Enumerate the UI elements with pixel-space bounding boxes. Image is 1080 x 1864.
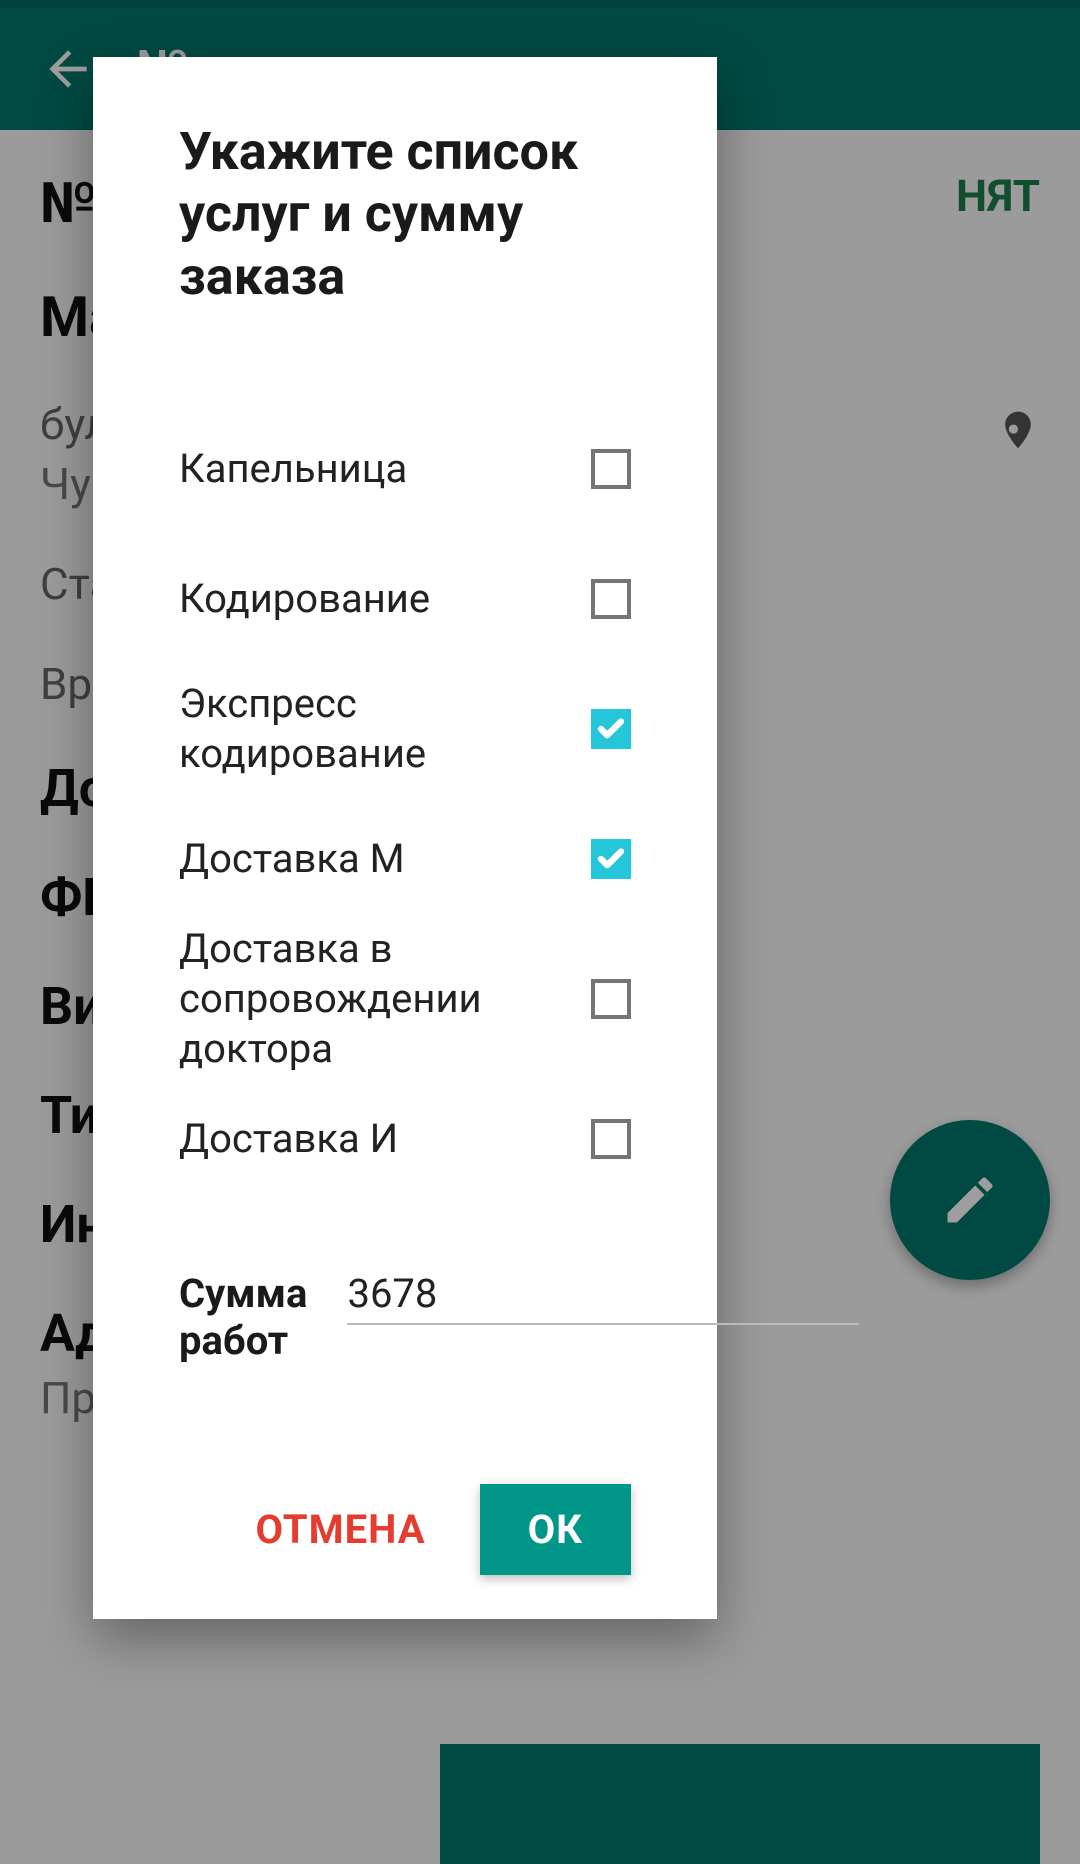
- services-modal: Укажите список услуг и сумму заказа Капе…: [93, 57, 717, 1619]
- modal-actions: ОТМЕНА ОК: [179, 1484, 631, 1575]
- service-item-express-kodirovanie[interactable]: Экспресс кодирование: [179, 664, 631, 794]
- checkbox-checked-icon[interactable]: [591, 709, 631, 749]
- service-item-dostavka-doctor[interactable]: Доставка в сопровождении доктора: [179, 924, 631, 1074]
- service-label: Кодирование: [179, 574, 567, 624]
- cancel-button[interactable]: ОТМЕНА: [246, 1486, 436, 1573]
- service-label: Доставка И: [179, 1114, 567, 1164]
- checkbox-unchecked-icon[interactable]: [591, 449, 631, 489]
- service-label: Экспресс кодирование: [179, 679, 567, 779]
- checkbox-unchecked-icon[interactable]: [591, 1119, 631, 1159]
- sum-label: Сумма работ: [179, 1270, 307, 1364]
- service-item-dostavka-i[interactable]: Доставка И: [179, 1074, 631, 1204]
- sum-row: Сумма работ: [179, 1264, 631, 1364]
- service-label: Капельница: [179, 444, 567, 494]
- checkbox-unchecked-icon[interactable]: [591, 579, 631, 619]
- checkbox-checked-icon[interactable]: [591, 839, 631, 879]
- checkbox-unchecked-icon[interactable]: [591, 979, 631, 1019]
- service-item-kapelnitsa[interactable]: Капельница: [179, 404, 631, 534]
- sum-input[interactable]: [347, 1264, 859, 1325]
- service-item-dostavka-m[interactable]: Доставка М: [179, 794, 631, 924]
- ok-button[interactable]: ОК: [480, 1484, 631, 1575]
- service-list: Капельница Кодирование Экспресс кодирова…: [179, 404, 631, 1204]
- service-item-kodirovanie[interactable]: Кодирование: [179, 534, 631, 664]
- modal-title: Укажите список услуг и сумму заказа: [179, 121, 631, 308]
- service-label: Доставка в сопровождении доктора: [179, 924, 567, 1074]
- service-label: Доставка М: [179, 834, 567, 884]
